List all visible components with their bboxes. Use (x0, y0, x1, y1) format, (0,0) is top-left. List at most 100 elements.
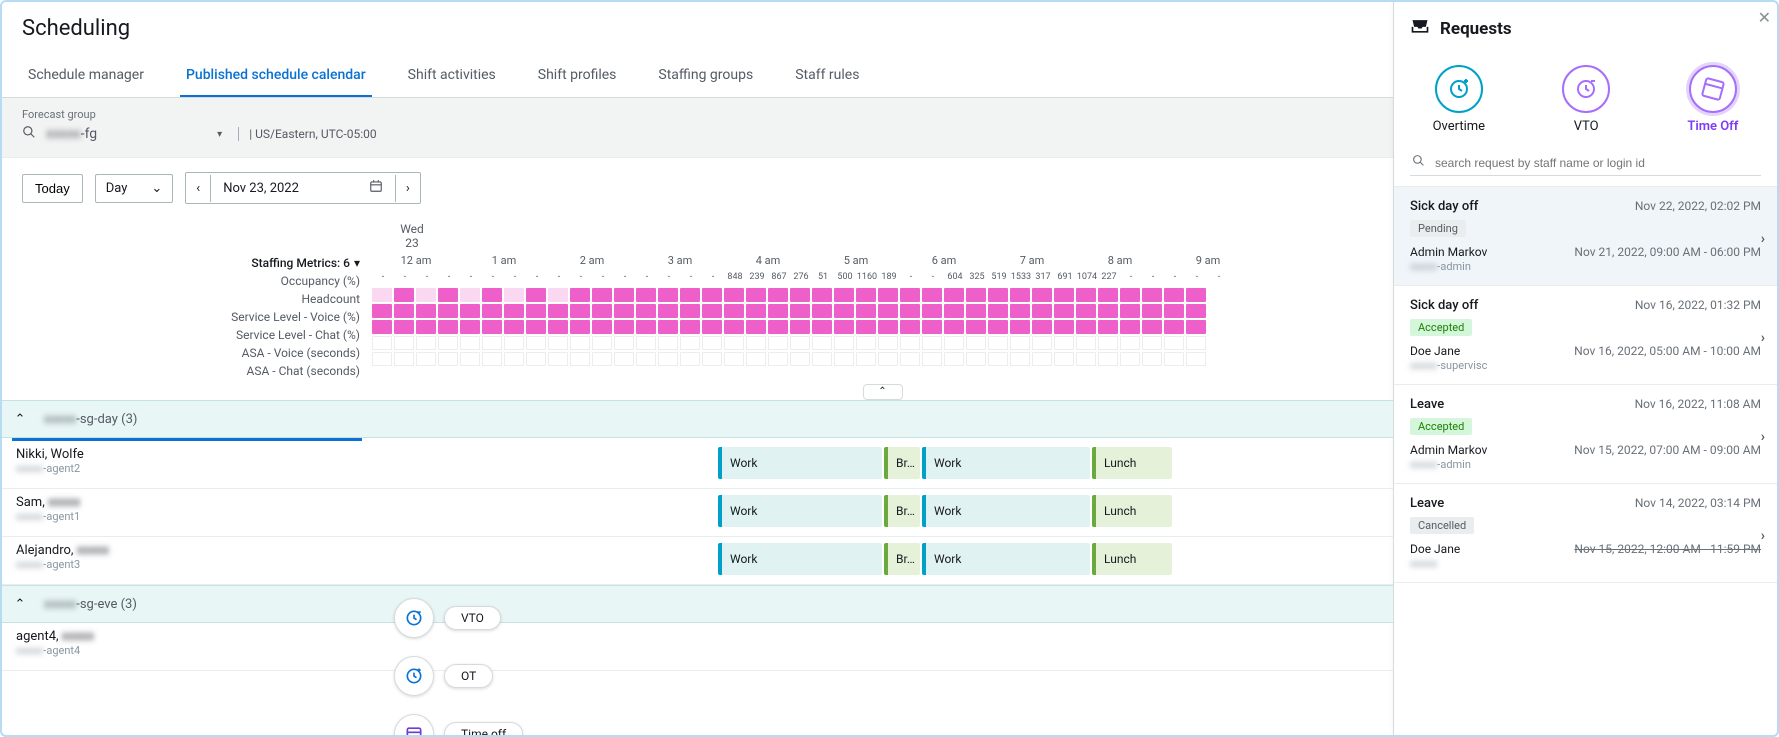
shift-segment-lunch[interactable]: Lunch (1092, 543, 1172, 575)
shift-segment-work[interactable]: Work (718, 543, 882, 575)
request-range: Nov 16, 2022, 05:00 AM - 10:00 AM (1574, 344, 1761, 358)
agent-timeline[interactable]: WorkBr…WorkLunch (372, 489, 1393, 536)
heatmap-cell (900, 336, 920, 350)
request-item[interactable]: LeaveNov 16, 2022, 11:08 AMAcceptedAdmin… (1394, 385, 1777, 484)
agent-cell: Nikki, Wolfexxxxx-agent2 (2, 441, 372, 488)
request-login: xxxxx-admin (1410, 260, 1761, 273)
request-requester: Doe Jane (1410, 344, 1460, 358)
heatmap-cell (416, 304, 436, 318)
shift-segment-break[interactable]: Br… (884, 447, 920, 479)
heatmap-cell (944, 352, 964, 366)
occupancy-value: - (1186, 272, 1208, 288)
group-row[interactable]: ⌃xxxxx-sg-day (3) (2, 400, 1393, 438)
heatmap-cell (900, 288, 920, 302)
date-picker[interactable]: Nov 23, 2022 (211, 173, 395, 203)
shift-segment-work[interactable]: Work (922, 495, 1090, 527)
heatmap-cell (878, 336, 898, 350)
request-date: Nov 14, 2022, 03:14 PM (1635, 496, 1761, 511)
shift-segment-work[interactable]: Work (718, 495, 882, 527)
heatmap-cell (768, 352, 788, 366)
heatmap-cell (394, 352, 414, 366)
shift-segment-break[interactable]: Br… (884, 495, 920, 527)
occupancy-value: 691 (1054, 272, 1076, 288)
occupancy-value: - (1142, 272, 1164, 288)
heatmap-cell (790, 288, 810, 302)
heatmap-cell (570, 304, 590, 318)
shift-segment-work[interactable]: Work (922, 543, 1090, 575)
agent-row[interactable]: Alejandro, xxxxxxxxxx-agent3WorkBr…WorkL… (2, 537, 1393, 585)
request-title: Sick day off (1410, 298, 1478, 313)
view-select[interactable]: Day ⌄ (95, 174, 174, 203)
page-title: Scheduling (22, 16, 1373, 41)
request-search[interactable] (1410, 150, 1761, 176)
panel-close-icon[interactable]: ✕ (1758, 8, 1771, 27)
tab-published-calendar[interactable]: Published schedule calendar (180, 55, 372, 97)
agent-row[interactable]: agent4, xxxxxxxxxx-agent4 (2, 623, 1393, 671)
group-collapse-toggle[interactable]: ⌃ (2, 412, 38, 427)
heatmap-cell (636, 320, 656, 334)
hour-label: 9 am (1164, 254, 1252, 272)
vto-tab-icon (1562, 65, 1610, 113)
heatmap-cell (966, 320, 986, 334)
asa-chat-heatmap (372, 352, 1393, 367)
tab-shift-profiles[interactable]: Shift profiles (532, 55, 623, 97)
radial-ot[interactable]: OT (394, 656, 523, 696)
heatmap-cell (1098, 320, 1118, 334)
heatmap-cell (592, 320, 612, 334)
request-tab-vto[interactable]: VTO (1562, 65, 1610, 134)
heatmap-cell (636, 336, 656, 350)
request-range: Nov 21, 2022, 09:00 AM - 06:00 PM (1574, 245, 1761, 259)
request-search-input[interactable] (1433, 155, 1759, 171)
forecast-group-selector[interactable]: xxxxx-fg ▾ (46, 126, 222, 142)
heatmap-cell (1120, 336, 1140, 350)
staffing-metrics-toggle[interactable]: Staffing Metrics: 6▾ (2, 254, 360, 272)
agent-timeline[interactable]: WorkBr…WorkLunch (372, 441, 1393, 488)
heatmap-cell (394, 288, 414, 302)
agent-timeline[interactable] (372, 623, 1393, 670)
heatmap-cell (812, 304, 832, 318)
agent-row[interactable]: Sam, xxxxxxxxxx-agent1WorkBr…WorkLunch (2, 489, 1393, 537)
request-item[interactable]: Sick day offNov 22, 2022, 02:02 PMPendin… (1394, 187, 1777, 286)
shift-segment-lunch[interactable]: Lunch (1092, 447, 1172, 479)
request-tab-overtime[interactable]: Overtime (1433, 65, 1485, 134)
collapse-metrics-button[interactable]: ⌃ (863, 384, 903, 400)
heatmap-cell (570, 288, 590, 302)
tab-shift-activities[interactable]: Shift activities (402, 55, 502, 97)
request-title: Sick day off (1410, 199, 1478, 214)
radial-vto[interactable]: VTO (394, 598, 523, 638)
occupancy-value: - (900, 272, 922, 288)
today-button[interactable]: Today (22, 174, 83, 203)
heatmap-cell (768, 336, 788, 350)
request-tab-timeoff[interactable]: Time Off (1687, 65, 1738, 134)
next-day-button[interactable]: › (395, 175, 420, 202)
heatmap-cell (1120, 304, 1140, 318)
shift-segment-break[interactable]: Br… (884, 543, 920, 575)
group-row[interactable]: ⌃xxxxx-sg-eve (3) (2, 585, 1393, 623)
occupancy-value: 1160 (856, 272, 878, 288)
request-item[interactable]: LeaveNov 14, 2022, 03:14 PMCancelledDoe … (1394, 484, 1777, 583)
heatmap-cell (746, 304, 766, 318)
day-of-week: Wed (372, 222, 452, 236)
tab-schedule-manager[interactable]: Schedule manager (22, 55, 150, 97)
shift-segment-work[interactable]: Work (718, 447, 882, 479)
tab-staffing-groups[interactable]: Staffing groups (652, 55, 759, 97)
shift-segment-work[interactable]: Work (922, 447, 1090, 479)
request-item[interactable]: Sick day offNov 16, 2022, 01:32 PMAccept… (1394, 286, 1777, 385)
groups-container: ⌃xxxxx-sg-day (3)Nikki, Wolfexxxxx-agent… (2, 400, 1393, 671)
group-collapse-toggle[interactable]: ⌃ (2, 597, 38, 612)
shift-segment-lunch[interactable]: Lunch (1092, 495, 1172, 527)
prev-day-button[interactable]: ‹ (186, 175, 211, 202)
metrics-labels: Staffing Metrics: 6▾ Occupancy (%) Headc… (2, 254, 372, 380)
heatmap-cell (1076, 288, 1096, 302)
tab-staff-rules[interactable]: Staff rules (789, 55, 865, 97)
radial-timeoff[interactable]: Time off (394, 714, 523, 735)
heatmap-cell (1076, 352, 1096, 366)
heatmap-cell (526, 320, 546, 334)
heatmap-cell (460, 288, 480, 302)
agent-row[interactable]: Nikki, Wolfexxxxx-agent2WorkBr…WorkLunch (2, 441, 1393, 489)
calendar-area: Wed 23 Staffing Metrics: 6▾ Occupancy (%… (2, 218, 1393, 671)
heatmap-cell (372, 320, 392, 334)
agent-timeline[interactable]: WorkBr…WorkLunch (372, 537, 1393, 584)
request-list[interactable]: Sick day offNov 22, 2022, 02:02 PMPendin… (1394, 186, 1777, 735)
chevron-down-icon: ⌄ (151, 181, 162, 196)
